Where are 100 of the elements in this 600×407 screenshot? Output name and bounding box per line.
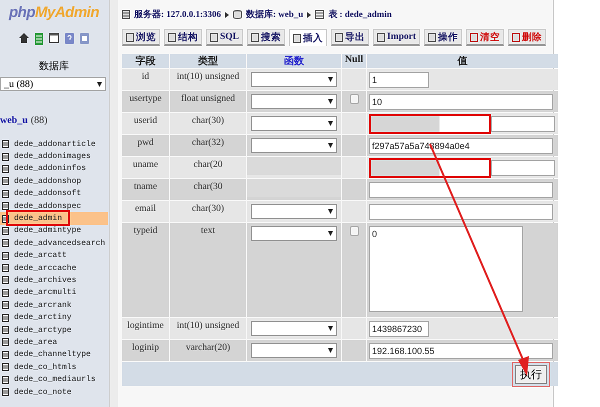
table-item[interactable]: dede_arcatt <box>0 250 108 262</box>
tab[interactable]: 搜索 <box>247 29 286 46</box>
type-cell: text <box>170 223 246 317</box>
value-field[interactable]: 1 <box>369 72 429 88</box>
table-item[interactable]: dede_arcmulti <box>0 286 108 300</box>
logo: phpMyAdmin <box>9 4 99 21</box>
tab-icon <box>335 32 344 42</box>
field-cell: uname <box>122 157 169 178</box>
table-item[interactable]: dede_addonsoft <box>0 188 108 200</box>
help-icon[interactable] <box>65 33 74 44</box>
tab[interactable]: 插入 <box>289 29 328 46</box>
type-cell: varchar(20) <box>170 340 246 361</box>
function-dropdown[interactable] <box>251 343 337 358</box>
tab-icon <box>210 32 218 42</box>
server-icon[interactable] <box>35 33 43 45</box>
table-icon <box>2 338 9 346</box>
value-field[interactable] <box>369 182 553 198</box>
table-item[interactable]: dede_archives <box>0 274 108 287</box>
caret-icon <box>328 121 333 126</box>
breadcrumb-link[interactable]: 服务器: 127.0.0.1:3306 <box>134 8 221 21</box>
sql-icon[interactable] <box>49 33 59 43</box>
null-checkbox[interactable] <box>350 94 358 104</box>
table-icon <box>2 264 9 272</box>
function-dropdown[interactable] <box>251 72 337 87</box>
table-icon <box>2 388 9 396</box>
scrollbar[interactable] <box>109 0 118 407</box>
type-cell: char(30) <box>170 201 246 222</box>
type-cell: char(30 <box>170 179 246 200</box>
table-item[interactable]: dede_arccache <box>0 262 108 274</box>
function-dropdown[interactable] <box>251 204 337 219</box>
value-field[interactable] <box>491 116 555 132</box>
breadcrumb-link[interactable]: 表 : dede_admin <box>328 8 392 21</box>
value-field[interactable]: 192.168.100.55 <box>369 343 553 359</box>
table-icon <box>2 314 9 322</box>
home-icon[interactable] <box>19 33 29 43</box>
table-item[interactable]: dede_area <box>0 336 108 349</box>
value-field[interactable] <box>369 204 553 220</box>
table-item[interactable]: dede_addonspec <box>0 200 108 212</box>
caret-icon <box>328 143 333 148</box>
function-dropdown[interactable] <box>251 321 337 336</box>
tab[interactable]: 结构 <box>164 29 202 46</box>
table-icon <box>2 288 9 297</box>
table-icon <box>2 140 9 148</box>
tab[interactable]: SQL <box>206 29 244 46</box>
table-icon <box>2 190 9 198</box>
table-item[interactable]: dede_addonshop <box>0 175 108 188</box>
value-field[interactable]: 1439867230 <box>369 321 429 337</box>
document-icon[interactable] <box>80 33 89 44</box>
value-textarea[interactable]: 0 <box>369 226 523 312</box>
table-item[interactable]: dede_co_htmls <box>0 361 108 374</box>
tab[interactable]: 导出 <box>331 29 370 46</box>
database-select[interactable]: _u (88) <box>0 77 106 91</box>
value-field[interactable] <box>491 160 555 176</box>
tab-icon <box>512 32 520 42</box>
database-icon <box>233 10 242 19</box>
tab[interactable]: Import <box>373 29 420 46</box>
function-dropdown[interactable] <box>251 138 337 153</box>
tab-icon <box>293 34 302 42</box>
field-cell: logintime <box>122 318 169 339</box>
value-field[interactable]: 10 <box>369 94 553 110</box>
column-header: 字段 <box>122 54 169 68</box>
function-dropdown[interactable] <box>251 116 337 131</box>
table-item[interactable]: dede_channeltype <box>0 348 108 362</box>
caret-icon <box>328 209 333 214</box>
tab[interactable]: 清空 <box>466 29 504 46</box>
table-icon <box>2 177 9 186</box>
null-checkbox[interactable] <box>350 226 358 236</box>
table-item[interactable]: dede_arctype <box>0 324 108 336</box>
table-item[interactable]: dede_arcrank <box>0 299 108 312</box>
table-item[interactable]: dede_addoninfos <box>0 162 108 176</box>
caret-icon <box>328 99 333 104</box>
type-cell: char(32) <box>170 135 246 156</box>
tab-icon <box>470 32 478 42</box>
function-dropdown[interactable] <box>251 226 337 241</box>
table-item[interactable]: dede_co_mediaurls <box>0 373 108 386</box>
highlight-frame <box>6 210 70 226</box>
field-cell: pwd <box>122 135 169 156</box>
field-cell: userid <box>122 113 169 134</box>
column-header[interactable]: 函数 <box>247 54 341 68</box>
table-item[interactable]: dede_advancedsearch <box>0 237 108 250</box>
table-item[interactable]: dede_addonimages <box>0 150 108 163</box>
type-cell: char(20 <box>170 157 246 178</box>
table-item[interactable]: dede_arctiny <box>0 311 108 324</box>
breadcrumb-link[interactable]: 数据库: web_u <box>246 8 304 21</box>
tab-icon <box>428 32 436 42</box>
column-header: 类型 <box>170 54 246 68</box>
table-item[interactable]: dede_addonarticle <box>0 138 108 150</box>
column-header: 值 <box>367 54 558 68</box>
table-item[interactable]: dede_admin <box>0 212 108 225</box>
field-cell: typeid <box>122 223 169 317</box>
database-link[interactable]: web_u <box>0 115 28 126</box>
tab[interactable]: 删除 <box>508 29 546 46</box>
tab[interactable]: 浏览 <box>122 29 160 46</box>
tab[interactable]: 操作 <box>424 29 462 46</box>
table-item[interactable]: dede_admintype <box>0 224 108 238</box>
function-dropdown[interactable] <box>251 94 337 109</box>
arrow-icon <box>307 12 312 18</box>
table-icon <box>2 152 9 161</box>
table-item[interactable]: dede_co_note <box>0 386 108 398</box>
table-icon <box>2 376 9 384</box>
